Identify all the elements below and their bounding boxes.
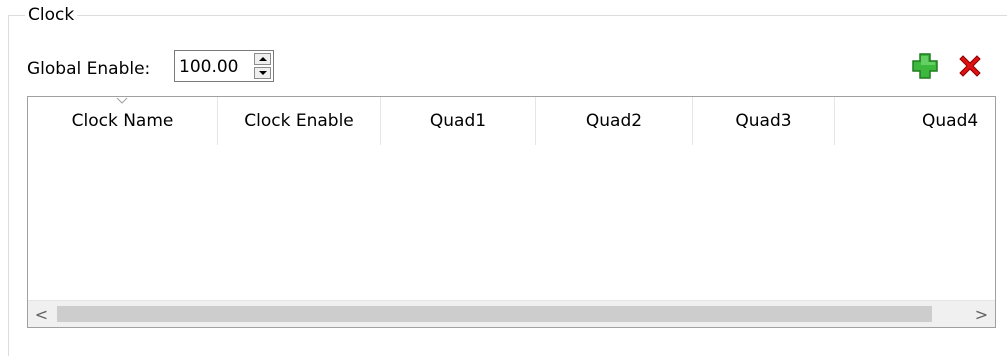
global-enable-value[interactable]: 100.00 xyxy=(179,57,238,77)
column-header-quad3[interactable]: Quad3 xyxy=(693,97,835,145)
chevron-right-icon: > xyxy=(974,304,989,324)
column-header-quad2[interactable]: Quad2 xyxy=(536,97,693,145)
column-header-clock-enable[interactable]: Clock Enable xyxy=(218,97,381,145)
column-header-label: Quad3 xyxy=(735,111,792,131)
column-header-label: Quad1 xyxy=(429,111,487,131)
x-icon xyxy=(959,55,981,77)
scroll-right-button[interactable]: > xyxy=(968,301,995,327)
column-header-label: Clock Enable xyxy=(244,111,354,131)
column-header-label: Clock Name xyxy=(71,111,174,131)
spin-up-button[interactable] xyxy=(254,53,271,65)
sort-indicator-icon xyxy=(116,97,128,104)
delete-clock-button[interactable] xyxy=(956,52,984,80)
column-header-quad4[interactable]: Quad4 xyxy=(835,97,995,145)
column-header-label: Quad2 xyxy=(585,111,643,131)
spin-down-button[interactable] xyxy=(254,67,271,79)
global-enable-label: Global Enable: xyxy=(27,59,151,79)
horizontal-scrollbar[interactable]: < > xyxy=(28,300,995,327)
scrollbar-thumb[interactable] xyxy=(57,306,932,322)
column-header-quad1[interactable]: Quad1 xyxy=(381,97,536,145)
add-clock-button[interactable] xyxy=(911,52,939,80)
arrow-down-icon xyxy=(258,71,267,75)
table-header: Clock Name Clock Enable Quad1 Quad2 Quad… xyxy=(28,97,995,145)
global-enable-spinbox[interactable]: 100.00 xyxy=(174,50,274,82)
column-header-label: Quad4 xyxy=(922,111,979,131)
spin-buttons xyxy=(254,53,271,79)
clock-table[interactable]: Clock Name Clock Enable Quad1 Quad2 Quad… xyxy=(27,96,996,328)
groupbox-title: Clock xyxy=(25,5,78,25)
scroll-left-button[interactable]: < xyxy=(28,301,55,327)
arrow-up-icon xyxy=(258,57,267,61)
plus-icon xyxy=(912,53,938,79)
chevron-left-icon: < xyxy=(34,304,49,324)
column-header-clock-name[interactable]: Clock Name xyxy=(28,97,218,145)
